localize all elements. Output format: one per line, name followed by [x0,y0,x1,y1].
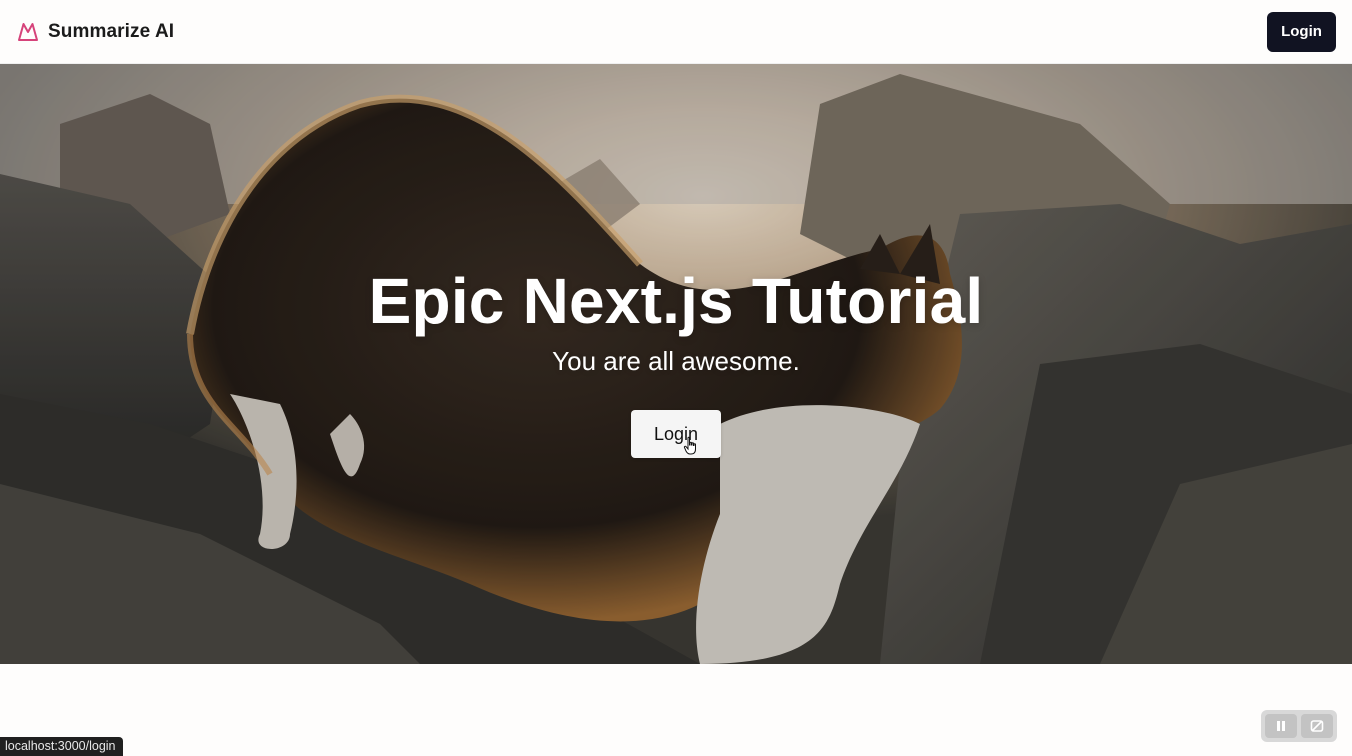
hero-subtitle: You are all awesome. [552,346,800,376]
pause-icon [1277,721,1285,731]
mountain-logo-icon [18,22,38,41]
pause-button[interactable] [1265,714,1297,738]
header-login-button[interactable]: Login [1267,11,1336,52]
status-bar-url: localhost:3000/login [0,737,123,756]
hero-login-button[interactable]: Login [631,410,721,458]
disable-button[interactable] [1301,714,1333,738]
hero-section: Epic Next.js Tutorial You are all awesom… [0,64,1352,664]
media-controls [1261,710,1337,742]
hero-title: Epic Next.js Tutorial [368,265,984,337]
hero-content: Epic Next.js Tutorial You are all awesom… [0,64,1352,664]
site-header: Summarize AI Login [0,0,1352,64]
brand-link[interactable]: Summarize AI [16,20,174,44]
brand-name: Summarize AI [48,20,175,42]
slash-icon [1310,720,1324,732]
